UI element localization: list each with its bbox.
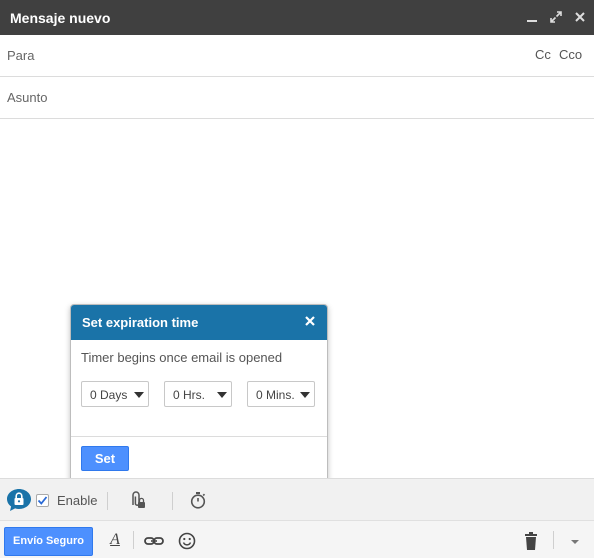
divider	[553, 531, 554, 549]
enable-label: Enable	[57, 493, 98, 508]
hours-select[interactable]: 0 Hrs.	[164, 381, 232, 407]
cc-link[interactable]: Cc	[535, 47, 551, 62]
close-icon[interactable]	[303, 314, 317, 328]
set-button[interactable]: Set	[81, 446, 129, 471]
subject-label: Asunto	[7, 90, 48, 105]
compose-titlebar: Mensaje nuevo	[0, 0, 594, 35]
days-select[interactable]: 0 Days	[81, 381, 149, 407]
days-value: 0 Days	[90, 388, 128, 402]
trash-icon[interactable]	[520, 531, 542, 551]
expiration-popup: Set expiration time Timer begins once em…	[70, 304, 328, 493]
divider	[107, 492, 108, 510]
chevron-down-icon	[300, 392, 310, 398]
minutes-select[interactable]: 0 Mins.	[247, 381, 315, 407]
chevron-down-icon	[134, 392, 144, 398]
expand-icon[interactable]	[546, 6, 566, 28]
chevron-down-icon[interactable]	[564, 531, 586, 551]
attach-lock-icon[interactable]	[125, 490, 147, 510]
font-format-icon[interactable]: A	[104, 531, 126, 551]
chevron-down-icon	[217, 392, 227, 398]
minutes-value: 0 Mins.	[256, 388, 295, 402]
popup-header: Set expiration time	[71, 305, 327, 340]
popup-divider	[71, 436, 327, 437]
bcc-link[interactable]: Cco	[559, 47, 582, 62]
secure-options-bar: Enable	[0, 478, 594, 520]
popup-description: Timer begins once email is opened	[81, 350, 283, 365]
divider	[172, 492, 173, 510]
minimize-icon[interactable]	[522, 6, 542, 28]
timer-icon[interactable]	[189, 490, 207, 510]
divider	[133, 531, 134, 549]
secure-send-button[interactable]: Envío Seguro	[4, 527, 93, 556]
close-icon[interactable]	[570, 6, 590, 28]
hours-value: 0 Hrs.	[173, 388, 206, 402]
enable-checkbox[interactable]	[36, 494, 49, 507]
emoji-icon[interactable]	[176, 531, 198, 551]
to-label: Para	[7, 48, 35, 63]
lock-icon[interactable]	[6, 488, 32, 512]
subject-field[interactable]: Asunto	[0, 77, 594, 119]
link-icon[interactable]	[143, 531, 165, 551]
popup-title: Set expiration time	[82, 315, 199, 330]
compose-toolbar: Envío Seguro A	[0, 520, 594, 558]
to-field[interactable]: Para Cc Cco	[0, 35, 594, 77]
compose-title: Mensaje nuevo	[10, 10, 111, 26]
